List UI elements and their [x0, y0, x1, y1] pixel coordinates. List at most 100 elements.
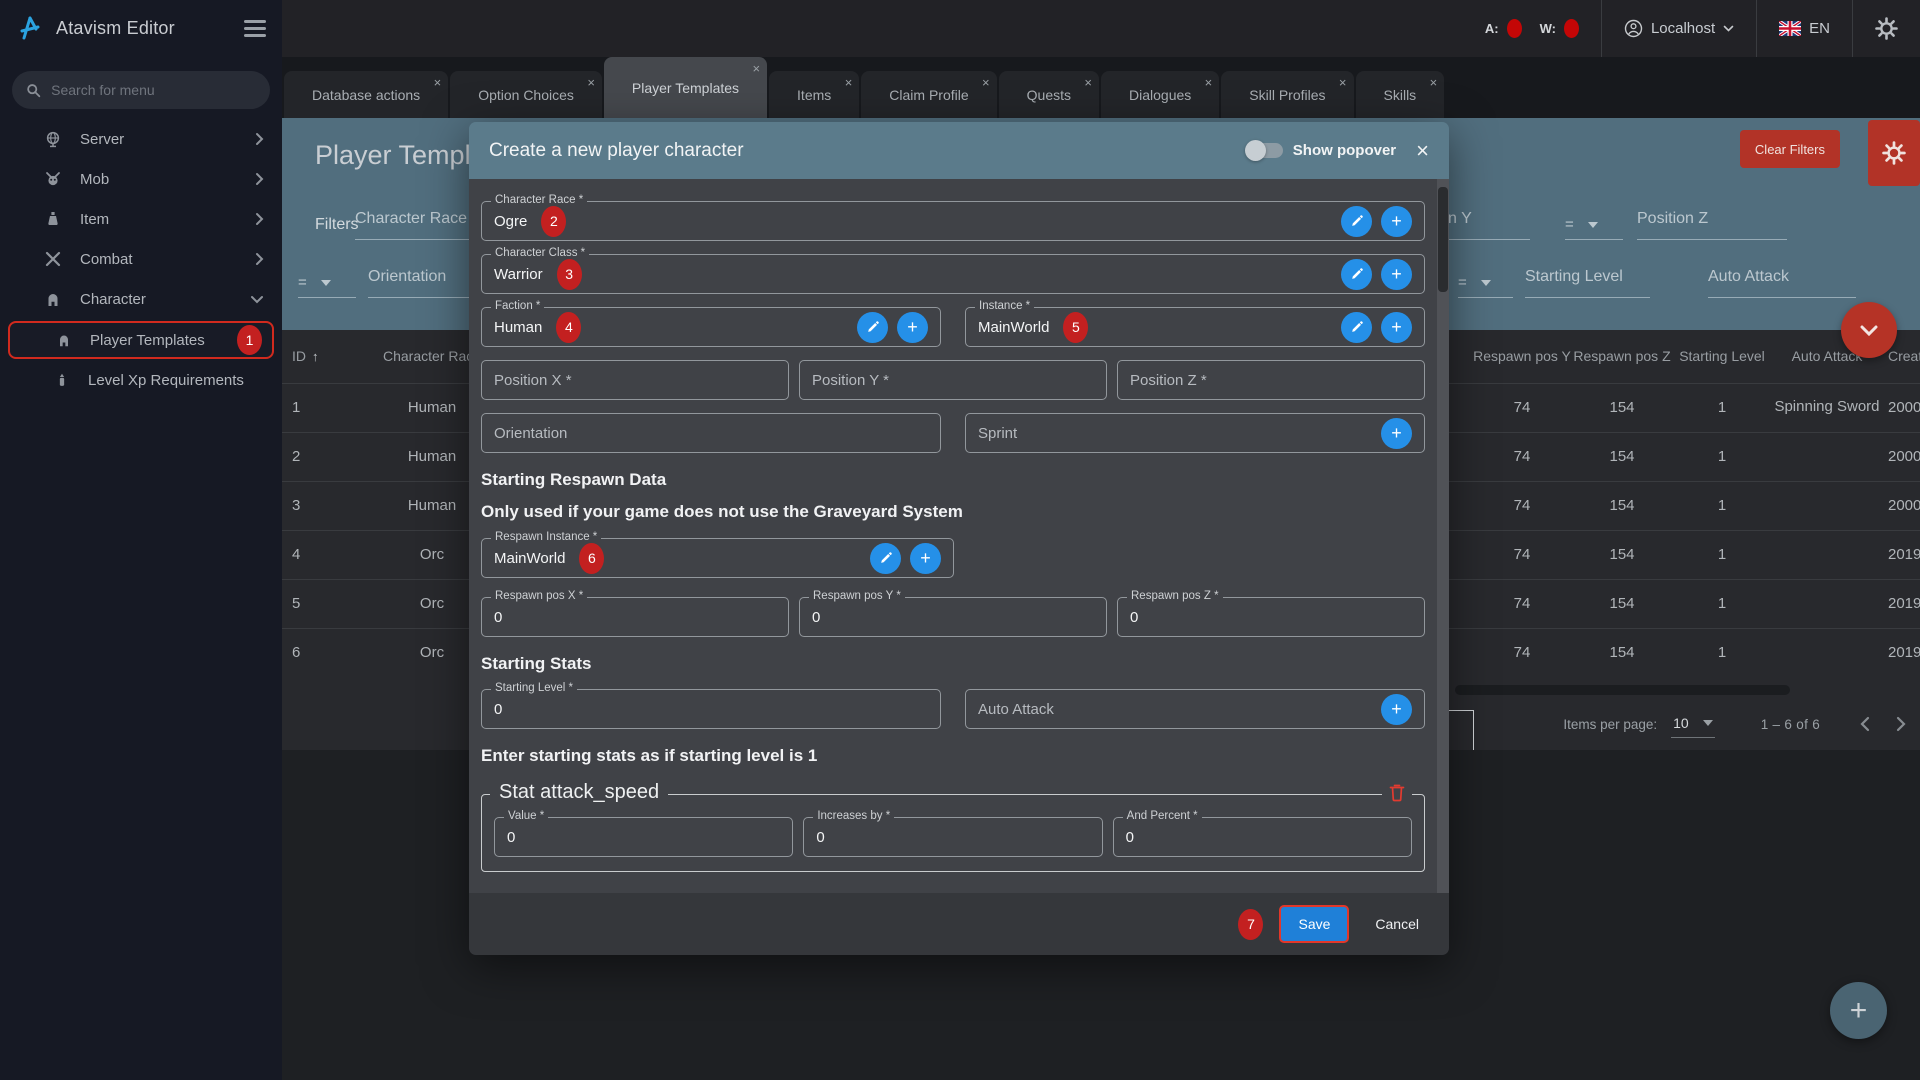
close-icon[interactable]: × — [1430, 75, 1438, 90]
starting-level-field[interactable]: Starting Level * 0 — [481, 682, 941, 729]
add-button[interactable]: + — [1381, 205, 1412, 237]
add-button[interactable]: + — [910, 542, 941, 574]
close-icon[interactable]: × — [587, 75, 595, 90]
close-icon[interactable]: × — [1084, 75, 1092, 90]
edit-pencil-button[interactable] — [857, 311, 888, 343]
sidebar-item-combat[interactable]: Combat — [0, 239, 282, 279]
filter-operator-select[interactable]: = — [298, 268, 356, 298]
edit-pencil-button[interactable] — [1341, 205, 1372, 237]
horizontal-scrollbar[interactable] — [1455, 685, 1790, 695]
add-button[interactable]: + — [1381, 311, 1412, 343]
tab-dialogues[interactable]: Dialogues × — [1101, 71, 1220, 118]
position-z-field[interactable]: Position Z * — [1117, 360, 1425, 400]
chevron-down-icon — [1860, 325, 1878, 336]
edit-pencil-button[interactable] — [870, 542, 901, 574]
tab-option-choices[interactable]: Option Choices × — [450, 71, 602, 118]
respawn-pos-z-field[interactable]: Respawn pos Z * 0 — [1117, 590, 1425, 637]
sidebar-item-level-xp-requirements[interactable]: Level Xp Requirements — [8, 361, 274, 399]
column-header-id[interactable]: ID ↑ — [282, 330, 372, 383]
chevron-down-icon — [1480, 279, 1491, 286]
sidebar-item-character[interactable]: Character — [0, 279, 282, 319]
sidebar-item-item[interactable]: Item — [0, 199, 282, 239]
stat-value-field[interactable]: Value * 0 — [494, 810, 794, 857]
tab-player-templates[interactable]: Player Templates × — [603, 57, 768, 118]
language-selector[interactable]: EN — [1756, 0, 1852, 57]
clear-filters-button[interactable]: Clear Filters — [1739, 130, 1840, 168]
app-title: Atavism Editor — [56, 18, 175, 38]
tab-claim-profile[interactable]: Claim Profile × — [861, 71, 997, 118]
close-icon[interactable]: × — [434, 75, 442, 90]
column-header-respawn-pos-z[interactable]: Respawn pos Z — [1572, 330, 1672, 383]
tab-skill-profiles[interactable]: Skill Profiles × — [1221, 71, 1354, 118]
tab-quests[interactable]: Quests × — [998, 71, 1099, 118]
stat-and-percent-field[interactable]: And Percent * 0 — [1112, 810, 1412, 857]
add-button[interactable]: + — [1381, 693, 1412, 725]
column-header-respawn-pos-y[interactable]: Respawn pos Y — [1472, 330, 1572, 383]
add-button[interactable]: + — [1381, 417, 1412, 449]
position-y-field[interactable]: Position Y * — [799, 360, 1107, 400]
menu-toggle-icon[interactable] — [244, 20, 266, 37]
close-icon[interactable]: × — [982, 75, 990, 90]
scrollbar-thumb[interactable] — [1438, 187, 1448, 292]
faction-field[interactable]: Faction * Human 4 + — [481, 300, 941, 347]
tab-skills[interactable]: Skills × — [1355, 71, 1445, 118]
delete-stat-trash-icon[interactable] — [1382, 783, 1412, 802]
host-selector[interactable]: Localhost — [1600, 0, 1756, 57]
dialog-scrollbar[interactable] — [1437, 179, 1449, 893]
close-icon[interactable]: × — [1339, 75, 1347, 90]
filter-operator-select[interactable]: = — [1458, 268, 1513, 298]
close-icon[interactable]: × — [752, 61, 760, 76]
sidebar-search[interactable] — [12, 71, 270, 109]
sidebar-item-server[interactable]: Server — [0, 119, 282, 159]
column-header-starting-level[interactable]: Starting Level — [1672, 330, 1772, 383]
items-per-page-select[interactable]: 10 — [1671, 711, 1715, 738]
next-page-button[interactable] — [1896, 716, 1906, 732]
settings-gear-icon[interactable] — [1852, 0, 1920, 57]
chevron-down-icon — [1723, 25, 1734, 32]
orientation-field[interactable]: Orientation — [481, 413, 941, 453]
edit-pencil-button[interactable] — [1341, 311, 1372, 343]
table-settings-gear-icon[interactable] — [1868, 120, 1920, 186]
sort-ascending-icon: ↑ — [312, 348, 319, 364]
filter-auto-attack[interactable]: Auto Attack — [1708, 268, 1856, 298]
auth-status-dot — [1506, 19, 1522, 38]
sidebar-item-mob[interactable]: Mob — [0, 159, 282, 199]
character-race-field[interactable]: Character Race * Ogre 2 + — [481, 194, 1425, 241]
collapse-filters-button[interactable] — [1841, 302, 1897, 358]
step-badge-2: 2 — [541, 205, 567, 237]
close-icon[interactable]: × — [1205, 75, 1213, 90]
edit-pencil-button[interactable] — [1341, 258, 1372, 290]
previous-page-button[interactable] — [1860, 716, 1870, 732]
sprint-field[interactable]: Sprint + — [965, 413, 1425, 453]
sidebar-item-player-templates[interactable]: Player Templates 1 — [8, 321, 274, 359]
respawn-instance-field[interactable]: Respawn Instance * MainWorld 6 + — [481, 531, 954, 578]
tab-database-actions[interactable]: Database actions × — [284, 71, 449, 118]
tab-items[interactable]: Items × — [769, 71, 860, 118]
cancel-button[interactable]: Cancel — [1365, 907, 1429, 941]
sidebar-item-label: Character — [80, 290, 146, 308]
sidebar-item-label: Mob — [80, 170, 110, 188]
helmet-icon — [44, 290, 64, 308]
stat-increases-by-field[interactable]: Increases by * 0 — [803, 810, 1103, 857]
instance-field[interactable]: Instance * MainWorld 5 + — [965, 300, 1425, 347]
close-icon[interactable]: × — [1416, 139, 1429, 162]
add-new-button[interactable]: + — [1830, 982, 1887, 1039]
respawn-pos-y-field[interactable]: Respawn pos Y * 0 — [799, 590, 1107, 637]
position-x-field[interactable]: Position X * — [481, 360, 789, 400]
auto-attack-field[interactable]: Auto Attack + — [965, 689, 1425, 729]
filter-starting-level[interactable]: Starting Level — [1525, 268, 1650, 298]
close-icon[interactable]: × — [845, 75, 853, 90]
save-button[interactable]: Save — [1279, 905, 1350, 943]
search-input[interactable] — [51, 82, 256, 98]
step-badge-3: 3 — [556, 258, 582, 290]
add-button[interactable]: + — [1381, 258, 1412, 290]
crossed-swords-icon — [44, 250, 64, 268]
section-note-graveyard: Only used if your game does not use the … — [481, 502, 963, 521]
filter-position-z[interactable]: Position Z — [1637, 210, 1787, 240]
respawn-pos-x-field[interactable]: Respawn pos X * 0 — [481, 590, 789, 637]
show-popover-toggle[interactable] — [1244, 140, 1283, 161]
sidebar-item-label: Player Templates — [90, 331, 205, 349]
character-class-field[interactable]: Character Class * Warrior 3 + — [481, 247, 1425, 294]
filter-operator-select[interactable]: = — [1565, 210, 1623, 240]
add-button[interactable]: + — [897, 311, 928, 343]
